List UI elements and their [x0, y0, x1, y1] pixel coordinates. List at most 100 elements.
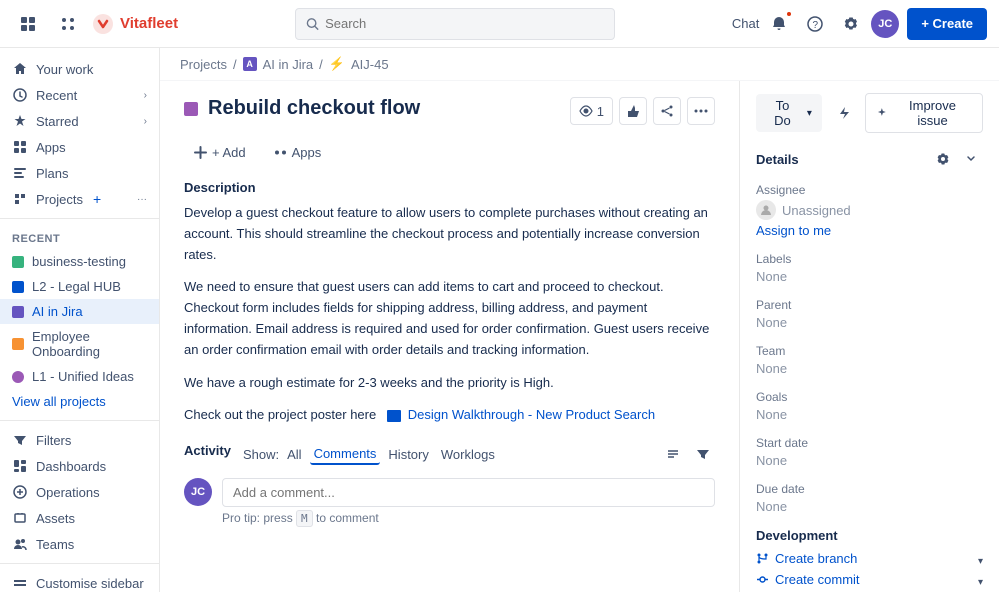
avatar[interactable]: JC	[871, 10, 899, 38]
sidebar-item-unified-ideas[interactable]: L1 - Unified Ideas	[0, 364, 159, 389]
details-settings-icon[interactable]	[931, 147, 955, 171]
sidebar-item-filters[interactable]: Filters	[0, 427, 159, 453]
create-button[interactable]: + Create	[907, 8, 987, 40]
grid-icon[interactable]	[12, 8, 44, 40]
tab-worklogs[interactable]: Worklogs	[437, 445, 499, 464]
show-label: Show:	[243, 447, 279, 462]
app-logo[interactable]: Vitafleet	[92, 13, 178, 35]
sidebar-item-starred[interactable]: Starred ›	[0, 108, 159, 134]
sidebar-item-employee-onboarding[interactable]: Employee Onboarding	[0, 324, 159, 364]
sidebar-label-recent: Recent	[36, 88, 77, 103]
details-collapse-icon[interactable]	[959, 147, 983, 171]
comment-input-container: Pro tip: press M to comment	[222, 478, 715, 525]
apps-button[interactable]: Apps	[264, 141, 332, 164]
sidebar-label-assets: Assets	[36, 511, 75, 526]
share-button[interactable]	[653, 97, 681, 125]
home-icon	[12, 61, 28, 77]
create-branch-link[interactable]: Create branch	[756, 551, 857, 566]
tab-comments[interactable]: Comments	[310, 444, 381, 465]
sidebar-item-your-work[interactable]: Your work	[0, 56, 159, 82]
breadcrumb-issue-id[interactable]: AIJ-45	[351, 57, 389, 72]
breadcrumb-sep-1: /	[233, 57, 237, 72]
sidebar-label-operations: Operations	[36, 485, 100, 500]
activity-filter-icon[interactable]	[691, 442, 715, 466]
sidebar-item-operations[interactable]: Operations	[0, 479, 159, 505]
sidebar-item-recent[interactable]: Recent ›	[0, 82, 159, 108]
content-area: Projects / A AI in Jira / ⚡ AIJ-45 Rebui…	[160, 48, 999, 592]
thumb-up-icon	[626, 104, 640, 118]
recent-section-label: Recent	[0, 225, 159, 249]
breadcrumb-projects[interactable]: Projects	[180, 57, 227, 72]
search-icon	[306, 17, 319, 31]
activity-tabs: Activity Show: All Comments History Work…	[184, 443, 499, 466]
status-button[interactable]: To Do ▾	[756, 94, 822, 132]
more-button[interactable]	[687, 97, 715, 125]
sidebar-divider-1	[0, 218, 159, 219]
team-label: Team	[756, 344, 983, 358]
issue-left-panel: Rebuild checkout flow 1	[160, 81, 739, 592]
help-icon[interactable]: ?	[799, 8, 831, 40]
more-icon	[694, 104, 708, 118]
sidebar-item-legal-hub[interactable]: L2 - Legal HUB	[0, 274, 159, 299]
nav-right: Chat ? JC	[732, 8, 899, 40]
commit-expand-icon[interactable]: ▾	[978, 577, 983, 588]
details-title: Details	[756, 152, 799, 167]
sidebar-item-plans[interactable]: Plans	[0, 160, 159, 186]
comment-area: JC Pro tip: press M to comment	[184, 478, 715, 525]
apps-label: Apps	[292, 145, 322, 160]
description-p2: We need to ensure that guest users can a…	[184, 277, 715, 360]
sidebar-item-business-testing[interactable]: business-testing	[0, 249, 159, 274]
add-button[interactable]: + Add	[184, 141, 256, 164]
sidebar-label-teams: Teams	[36, 537, 74, 552]
projects-more[interactable]: ···	[137, 194, 147, 205]
pro-tip-text: Pro tip: press	[222, 511, 293, 525]
description-link-row: Check out the project poster here Design…	[184, 405, 715, 426]
search-bar[interactable]	[295, 8, 615, 40]
sidebar-label-starred: Starred	[36, 114, 79, 129]
sidebar-item-ai-jira[interactable]: AI in Jira	[0, 299, 159, 324]
sidebar-item-assets[interactable]: Assets	[0, 505, 159, 531]
improve-button[interactable]: Improve issue	[865, 93, 983, 133]
sidebar-item-view-all[interactable]: View all projects	[0, 389, 159, 414]
sidebar-item-teams[interactable]: Teams	[0, 531, 159, 557]
due-date-value: None	[756, 499, 983, 514]
search-input[interactable]	[325, 16, 604, 31]
settings-icon[interactable]	[835, 8, 867, 40]
lightning-button[interactable]	[830, 99, 857, 127]
sidebar-item-customise[interactable]: Customise sidebar	[0, 570, 159, 592]
assign-to-me-link[interactable]: Assign to me	[756, 223, 983, 238]
assets-icon	[12, 510, 28, 526]
start-date-label: Start date	[756, 436, 983, 450]
assignee-row: Assignee Unassigned Assign to me	[756, 183, 983, 238]
star-icon	[12, 113, 28, 129]
notifications-button[interactable]	[763, 8, 795, 40]
breadcrumb-project-name[interactable]: AI in Jira	[263, 57, 314, 72]
comment-input-wrap[interactable]	[222, 478, 715, 507]
sidebar-item-dashboards[interactable]: Dashboards	[0, 453, 159, 479]
comment-input[interactable]	[233, 485, 704, 500]
create-commit-link[interactable]: Create commit	[756, 572, 860, 587]
projects-icon	[12, 191, 28, 207]
branch-expand-icon[interactable]: ▾	[978, 556, 983, 567]
sidebar-label-filters: Filters	[36, 433, 71, 448]
sidebar-label-business-testing: business-testing	[32, 254, 126, 269]
projects-add[interactable]: +	[93, 191, 101, 207]
tab-history[interactable]: History	[384, 445, 432, 464]
project-dot-business-testing	[12, 256, 24, 268]
activity-collapse-icon[interactable]	[661, 442, 685, 466]
assignee-value: Unassigned	[782, 203, 851, 218]
watch-count: 1	[597, 104, 604, 119]
pro-tip: Pro tip: press M to comment	[222, 511, 715, 525]
tab-all[interactable]: All	[283, 445, 305, 464]
operations-icon	[12, 484, 28, 500]
like-button[interactable]	[619, 97, 647, 125]
apps-toolbar-icon	[274, 146, 287, 159]
activity-icons	[661, 442, 715, 466]
sidebar-item-projects[interactable]: Projects + ···	[0, 186, 159, 212]
notification-dot	[785, 10, 793, 18]
description-link[interactable]: Design Walkthrough - New Product Search	[408, 407, 655, 422]
watch-button[interactable]: 1	[570, 97, 613, 125]
apps-icon[interactable]	[52, 8, 84, 40]
sidebar-item-apps[interactable]: Apps	[0, 134, 159, 160]
labels-label: Labels	[756, 252, 983, 266]
